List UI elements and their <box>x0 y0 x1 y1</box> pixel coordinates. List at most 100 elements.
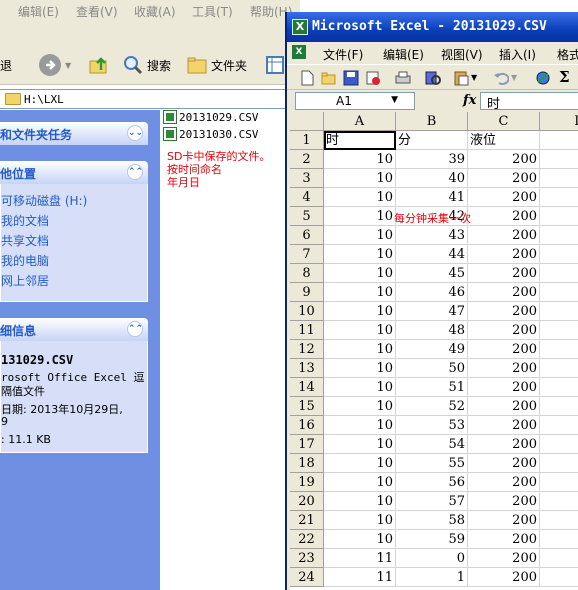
row-header[interactable]: 9 <box>290 283 324 302</box>
search-button[interactable]: 搜索 <box>122 52 171 78</box>
menu-edit[interactable]: 编辑(E) <box>383 46 424 63</box>
cell[interactable]: 200 <box>468 321 540 340</box>
cell[interactable]: 200 <box>468 302 540 321</box>
views-button[interactable] <box>264 52 286 78</box>
cell[interactable] <box>540 226 578 245</box>
cell[interactable]: 10 <box>324 454 396 473</box>
cell[interactable]: 10 <box>324 435 396 454</box>
cell[interactable]: 10 <box>324 245 396 264</box>
cell[interactable] <box>540 245 578 264</box>
print-icon[interactable] <box>395 70 411 86</box>
cell[interactable]: 200 <box>468 568 540 587</box>
research-icon[interactable] <box>425 70 441 86</box>
cell[interactable] <box>540 283 578 302</box>
menu-insert[interactable]: 插入(I) <box>499 46 536 63</box>
cell[interactable]: 10 <box>324 530 396 549</box>
row-header[interactable]: 1 <box>290 131 324 150</box>
menu-format[interactable]: 格式 <box>557 46 578 63</box>
cell[interactable]: 53 <box>396 416 468 435</box>
new-file-icon[interactable] <box>299 70 315 86</box>
file-item[interactable]: 20131029.CSV <box>163 110 258 124</box>
row-header[interactable]: 7 <box>290 245 324 264</box>
up-folder-button[interactable] <box>88 52 110 78</box>
cell[interactable]: 11 <box>324 568 396 587</box>
cell[interactable]: 液位 <box>468 131 540 150</box>
cell[interactable] <box>540 340 578 359</box>
row-header[interactable]: 20 <box>290 492 324 511</box>
row-header[interactable]: 17 <box>290 435 324 454</box>
menu-tools[interactable]: 工具(T) <box>192 3 233 20</box>
place-removable-disk[interactable]: 可移动磁盘 (H:) <box>1 192 87 209</box>
row-header[interactable]: 19 <box>290 473 324 492</box>
cell[interactable]: 10 <box>324 340 396 359</box>
cell[interactable]: 55 <box>396 454 468 473</box>
cell[interactable] <box>540 131 578 150</box>
chevron-down-icon[interactable]: ▼ <box>391 95 398 105</box>
menu-file[interactable]: 文件(F) <box>323 46 363 63</box>
cell[interactable]: 10 <box>324 511 396 530</box>
cell[interactable]: 10 <box>324 302 396 321</box>
column-header-b[interactable]: B <box>396 112 468 131</box>
cell[interactable] <box>540 397 578 416</box>
place-shared-documents[interactable]: 共享文档 <box>1 232 49 249</box>
cell[interactable] <box>540 169 578 188</box>
row-header[interactable]: 22 <box>290 530 324 549</box>
row-header[interactable]: 13 <box>290 359 324 378</box>
cell[interactable]: 10 <box>324 321 396 340</box>
cell[interactable]: 200 <box>468 150 540 169</box>
undo-icon[interactable] <box>493 70 509 86</box>
paste-icon[interactable] <box>453 70 469 86</box>
cell[interactable] <box>540 359 578 378</box>
row-header[interactable]: 10 <box>290 302 324 321</box>
place-my-documents[interactable]: 我的文档 <box>1 212 49 229</box>
cell[interactable]: 10 <box>324 359 396 378</box>
cell[interactable]: 10 <box>324 150 396 169</box>
places-header[interactable]: 他位置 ⌃⌃ <box>0 161 148 184</box>
function-icon[interactable]: fx <box>463 93 476 108</box>
cell[interactable] <box>540 549 578 568</box>
cell[interactable]: 40 <box>396 169 468 188</box>
cell[interactable]: 0 <box>396 549 468 568</box>
row-header[interactable]: 2 <box>290 150 324 169</box>
cell[interactable]: 49 <box>396 340 468 359</box>
back-button[interactable]: 退 <box>0 52 12 78</box>
row-header[interactable]: 8 <box>290 264 324 283</box>
cell[interactable]: 200 <box>468 169 540 188</box>
cell[interactable]: 10 <box>324 169 396 188</box>
cell[interactable] <box>540 492 578 511</box>
cell[interactable]: 200 <box>468 435 540 454</box>
cell[interactable]: 10 <box>324 264 396 283</box>
paste-dropdown-icon[interactable]: ▼ <box>471 73 477 82</box>
cell[interactable] <box>540 150 578 169</box>
worksheet-grid[interactable]: ABCD1时分液位2103920031040200410412005104220… <box>290 112 578 590</box>
cell[interactable]: 59 <box>396 530 468 549</box>
excel-titlebar[interactable]: X Microsoft Excel - 20131029.CSV <box>287 12 578 42</box>
cell[interactable]: 39 <box>396 150 468 169</box>
cell[interactable]: 200 <box>468 264 540 283</box>
cell[interactable]: 200 <box>468 245 540 264</box>
cell[interactable]: 200 <box>468 511 540 530</box>
cell[interactable]: 200 <box>468 549 540 568</box>
cell[interactable]: 200 <box>468 283 540 302</box>
row-header[interactable]: 4 <box>290 188 324 207</box>
cell[interactable]: 10 <box>324 378 396 397</box>
cell[interactable] <box>540 454 578 473</box>
row-header[interactable]: 16 <box>290 416 324 435</box>
address-bar[interactable]: H:\LXL <box>0 89 300 109</box>
place-my-computer[interactable]: 我的电脑 <box>1 252 49 269</box>
details-header[interactable]: 细信息 ⌃⌃ <box>0 318 148 341</box>
row-header[interactable]: 3 <box>290 169 324 188</box>
cell[interactable]: 51 <box>396 378 468 397</box>
cell[interactable] <box>540 435 578 454</box>
cell[interactable] <box>540 207 578 226</box>
menu-edit[interactable]: 编辑(E) <box>18 3 59 20</box>
cell[interactable]: 48 <box>396 321 468 340</box>
cell[interactable] <box>540 302 578 321</box>
row-header[interactable]: 24 <box>290 568 324 587</box>
cell[interactable] <box>540 530 578 549</box>
cell[interactable] <box>540 511 578 530</box>
row-header[interactable]: 18 <box>290 454 324 473</box>
chevron-up-icon[interactable]: ⌃⌃ <box>127 321 143 337</box>
cell[interactable]: 10 <box>324 397 396 416</box>
row-header[interactable]: 12 <box>290 340 324 359</box>
